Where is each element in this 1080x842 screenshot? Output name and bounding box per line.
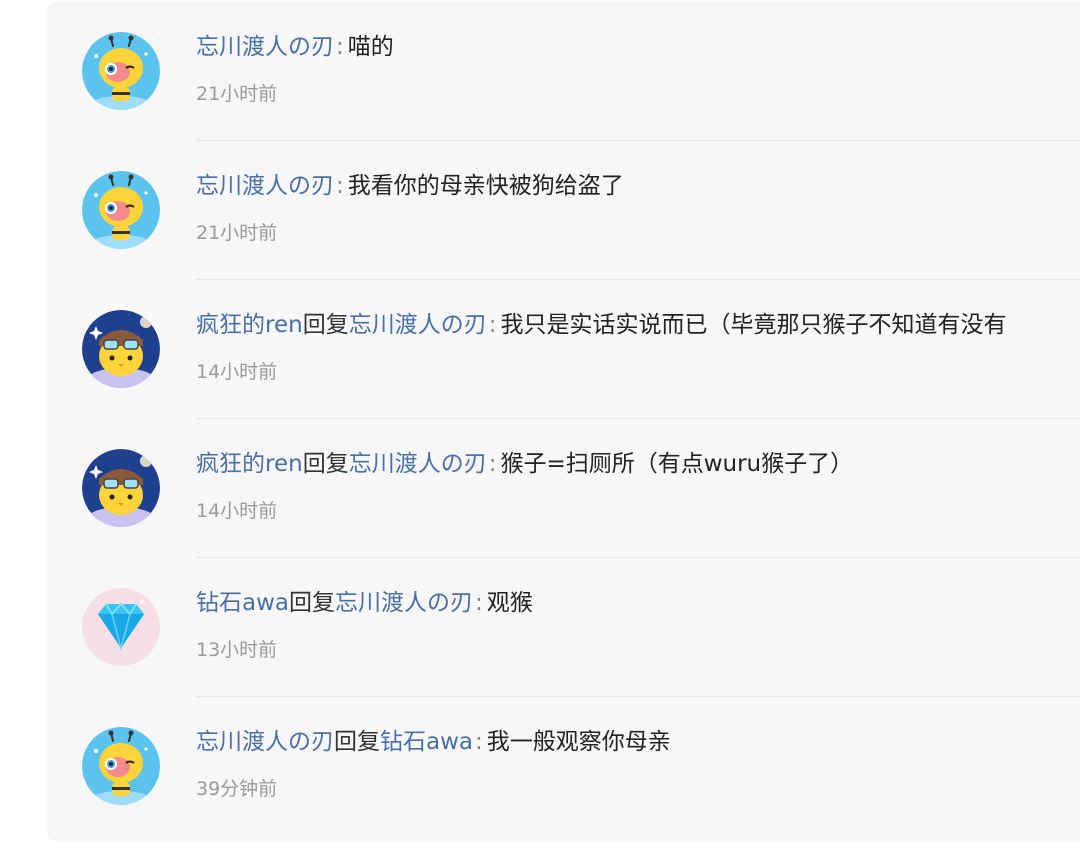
comment-line: 忘川渡人の刃: 喵的 [196, 30, 394, 64]
bee-avatar[interactable] [82, 727, 160, 805]
timestamp: 39分钟前 [196, 778, 278, 800]
diamond-avatar[interactable] [82, 588, 160, 666]
author-name[interactable]: 忘川渡人の刃 [196, 34, 334, 60]
author-name[interactable]: 疯狂的ren [196, 312, 303, 338]
reply-to-name[interactable]: 忘川渡人の刃 [335, 590, 473, 616]
comment-item: 忘川渡人の刃: 我看你的母亲快被狗给盗了 21小时前 [46, 141, 1080, 280]
comment-item: 疯狂的ren回复忘川渡人の刃: 猴子=扫厕所（有点wuru猴子了） 14小时前 [46, 419, 1080, 558]
separator-colon: : [488, 451, 497, 477]
comment-item: 疯狂的ren回复忘川渡人の刃: 我只是实话实说而已（毕竟那只猴子不知道有没有 14… [46, 280, 1080, 419]
author-name[interactable]: 忘川渡人の刃 [196, 729, 334, 755]
author-name[interactable]: 忘川渡人の刃 [196, 173, 334, 199]
reply-word: 回复 [302, 451, 349, 477]
bee-avatar[interactable] [82, 171, 160, 249]
comment-line: 疯狂的ren回复忘川渡人の刃: 猴子=扫厕所（有点wuru猴子了） [196, 447, 853, 481]
timestamp: 14小时前 [196, 361, 278, 383]
comment-panel: 忘川渡人の刃: 喵的 21小时前 忘川渡人の刃: 我看你的母亲快被狗给盗了 21… [46, 2, 1080, 842]
timestamp: 21小时前 [196, 222, 278, 244]
separator-colon: : [336, 173, 344, 199]
comment-text: 猴子=扫厕所（有点wuru猴子了） [500, 451, 854, 477]
separator-colon: : [475, 590, 483, 616]
reply-word: 回复 [334, 729, 380, 755]
comment-line: 钻石awa回复忘川渡人の刃: 观猴 [196, 586, 533, 620]
reply-word: 回复 [302, 312, 349, 338]
reply-to-name[interactable]: 忘川渡人の刃 [349, 312, 487, 338]
reply-word: 回复 [289, 590, 335, 616]
separator-colon: : [488, 312, 497, 338]
comment-line: 忘川渡人の刃: 我看你的母亲快被狗给盗了 [196, 169, 624, 203]
author-name[interactable]: 钻石awa [196, 590, 289, 616]
separator-colon: : [475, 729, 483, 755]
comment-text: 我看你的母亲快被狗给盗了 [347, 173, 624, 199]
timestamp: 14小时前 [196, 500, 278, 522]
timestamp: 21小时前 [196, 83, 278, 105]
reply-to-name[interactable]: 忘川渡人の刃 [349, 451, 487, 477]
reply-to-name[interactable]: 钻石awa [380, 729, 473, 755]
comment-item: 忘川渡人の刃: 喵的 21小时前 [46, 2, 1080, 141]
pilot-chick-avatar[interactable] [82, 449, 160, 527]
comment-item: 钻石awa回复忘川渡人の刃: 观猴 13小时前 [46, 558, 1080, 697]
bee-avatar[interactable] [82, 32, 160, 110]
comment-line: 忘川渡人の刃回复钻石awa: 我一般观察你母亲 [196, 725, 671, 759]
separator-colon: : [336, 34, 344, 60]
comment-text: 喵的 [347, 34, 394, 60]
comment-line: 疯狂的ren回复忘川渡人の刃: 我只是实话实说而已（毕竟那只猴子不知道有没有 [196, 308, 1006, 342]
comment-text: 观猴 [486, 590, 533, 616]
timestamp: 13小时前 [196, 639, 278, 661]
author-name[interactable]: 疯狂的ren [196, 451, 303, 477]
comment-text: 我只是实话实说而已（毕竟那只猴子不知道有没有 [500, 312, 1007, 338]
comment-item: 忘川渡人の刃回复钻石awa: 我一般观察你母亲 39分钟前 [46, 697, 1080, 836]
pilot-chick-avatar[interactable] [82, 310, 160, 388]
comment-text: 我一般观察你母亲 [486, 729, 671, 755]
